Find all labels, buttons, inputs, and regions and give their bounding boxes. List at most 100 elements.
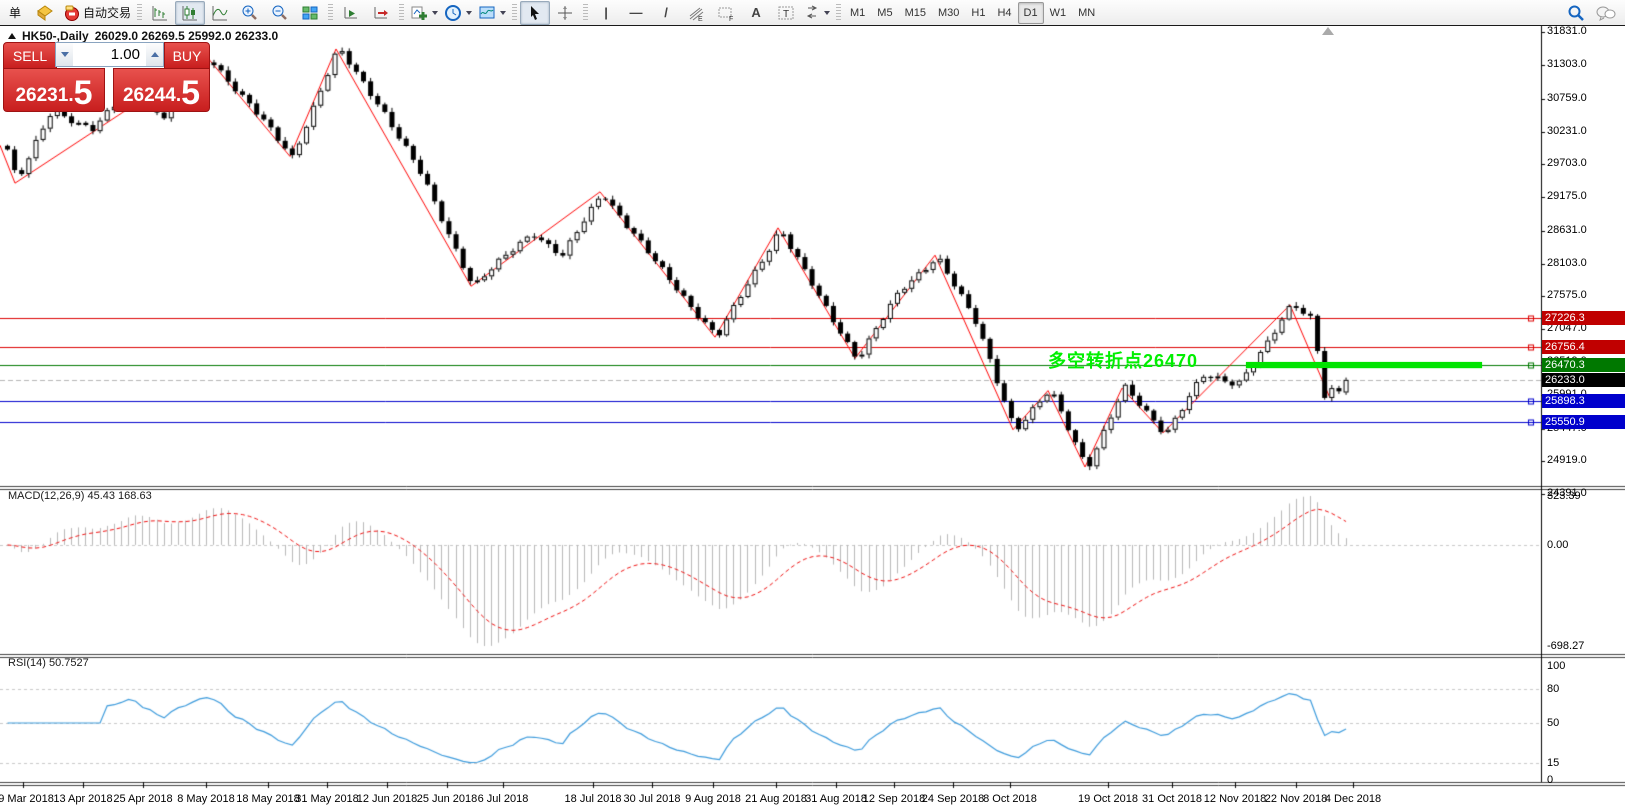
periods-clock-icon — [444, 4, 462, 22]
date-tick-label: 19 Oct 2018 — [1078, 793, 1138, 805]
date-tick-label: 12 Jun 2018 — [357, 793, 418, 805]
arrows-button[interactable] — [801, 1, 833, 25]
horizontal-line-button[interactable]: — — [621, 1, 651, 25]
line-chart-icon — [211, 4, 229, 22]
timeframe-m5[interactable]: M5 — [871, 2, 898, 24]
dropdown-caret-icon — [824, 11, 830, 15]
trendline-button[interactable]: / — [651, 1, 681, 25]
rsi-tick-label: 0 — [1547, 774, 1553, 786]
green-highlight-bar[interactable] — [1246, 362, 1482, 368]
cursor-button[interactable] — [520, 1, 550, 25]
text-label-button[interactable]: T — [771, 1, 801, 25]
macd-tick-label: -698.27 — [1547, 640, 1584, 652]
price-level-label: 27226.3 — [1542, 311, 1625, 325]
macd-tick-label: 0.00 — [1547, 539, 1568, 551]
timeframe-m30[interactable]: M30 — [932, 2, 965, 24]
date-tick-label: 24 Sep 2018 — [922, 793, 984, 805]
search-button[interactable] — [1561, 1, 1591, 25]
text-button[interactable]: A — [741, 1, 771, 25]
price-level-label: 26756.4 — [1542, 340, 1625, 354]
zoom-out-button[interactable] — [265, 1, 295, 25]
fibonacci-icon: E — [687, 4, 705, 22]
price-tick-label: 31831.0 — [1547, 25, 1587, 37]
tile-windows-button[interactable] — [295, 1, 325, 25]
buy-price-main: 26244 — [123, 83, 176, 109]
indicators-button[interactable] — [407, 1, 441, 25]
order-button[interactable]: 单 — [0, 1, 30, 25]
zoom-in-button[interactable] — [235, 1, 265, 25]
chat-button[interactable] — [1591, 1, 1621, 25]
chat-icon — [1596, 4, 1616, 22]
arrows-icon — [804, 4, 820, 22]
bar-chart-button[interactable] — [145, 1, 175, 25]
date-tick-label: 21 Aug 2018 — [745, 793, 807, 805]
templates-button[interactable] — [475, 1, 509, 25]
indicators-add-icon — [410, 4, 428, 22]
volume-increase-button[interactable] — [146, 43, 163, 66]
timeframe-h1[interactable]: H1 — [965, 2, 991, 24]
vertical-line-icon: | — [604, 5, 608, 20]
toolbar-grip — [137, 4, 142, 22]
price-level-label: 26233.0 — [1542, 373, 1625, 387]
new-order-icon-button[interactable] — [30, 1, 60, 25]
timeframe-mn[interactable]: MN — [1072, 2, 1101, 24]
bar-chart-icon — [151, 4, 169, 22]
line-chart-button[interactable] — [205, 1, 235, 25]
periods-button[interactable] — [441, 1, 475, 25]
sell-price-button[interactable]: 26231.5 — [3, 68, 105, 112]
price-tick-label: 29175.0 — [1547, 190, 1587, 202]
price-level-label: 25550.9 — [1542, 415, 1625, 429]
toolbar-grip — [836, 4, 841, 22]
timeframe-d1[interactable]: D1 — [1018, 2, 1044, 24]
volume-decrease-button[interactable] — [56, 43, 73, 66]
templates-icon — [478, 4, 496, 22]
dropdown-caret-icon — [466, 11, 472, 15]
date-tick-label: 6 Jul 2018 — [478, 793, 529, 805]
svg-text:F: F — [729, 16, 733, 22]
grid-button[interactable]: F — [711, 1, 741, 25]
crosshair-icon — [556, 4, 574, 22]
chart-canvas[interactable] — [0, 26, 1625, 812]
zoom-out-icon — [271, 4, 289, 22]
auto-scroll-button[interactable] — [336, 1, 366, 25]
date-tick-label: 12 Nov 2018 — [1204, 793, 1266, 805]
toolbar: 单 自动交易 — [0, 0, 1625, 26]
price-level-label: 26470.3 — [1542, 358, 1625, 372]
timeframe-m15[interactable]: M15 — [899, 2, 932, 24]
timeframe-w1[interactable]: W1 — [1044, 2, 1073, 24]
search-icon — [1567, 4, 1585, 22]
timeframe-m1[interactable]: M1 — [844, 2, 871, 24]
toolbar-grip — [583, 4, 588, 22]
horizontal-line-icon: — — [630, 5, 643, 20]
rsi-tick-label: 80 — [1547, 683, 1559, 695]
buy-button[interactable]: BUY — [164, 42, 210, 69]
price-level-label: 25898.3 — [1542, 394, 1625, 408]
timeframe-h4[interactable]: H4 — [991, 2, 1017, 24]
date-tick-label: 30 Jul 2018 — [624, 793, 681, 805]
dropdown-caret-icon — [432, 11, 438, 15]
candlestick-chart-button[interactable] — [175, 1, 205, 25]
vertical-line-button[interactable]: | — [591, 1, 621, 25]
rsi-indicator-label: RSI(14) 50.7527 — [8, 657, 89, 669]
price-tick-label: 29703.0 — [1547, 157, 1587, 169]
collapse-ohlc-icon[interactable] — [8, 33, 16, 39]
toolbar-grip — [512, 4, 517, 22]
date-tick-label: 8 May 2018 — [177, 793, 234, 805]
auto-trading-label: 自动交易 — [83, 4, 131, 21]
date-tick-label: 4 Dec 2018 — [1325, 793, 1381, 805]
macd-tick-label: 323.39 — [1547, 490, 1581, 502]
chart-annotation-text[interactable]: 多空转折点26470 — [1048, 347, 1198, 373]
volume-input[interactable] — [73, 43, 146, 66]
buy-price-pip: 5 — [181, 77, 200, 109]
chart-shift-marker-icon[interactable] — [1322, 27, 1334, 35]
new-order-icon — [36, 4, 54, 22]
crosshair-button[interactable] — [550, 1, 580, 25]
sell-button[interactable]: SELL — [3, 42, 57, 69]
sell-price-pip: 5 — [74, 77, 93, 109]
svg-text:T: T — [783, 9, 789, 20]
candlestick-chart-icon — [181, 4, 199, 22]
auto-trading-button[interactable]: 自动交易 — [60, 1, 134, 25]
chart-shift-button[interactable] — [366, 1, 396, 25]
buy-price-button[interactable]: 26244.5 — [113, 68, 210, 112]
fibonacci-button[interactable]: E — [681, 1, 711, 25]
